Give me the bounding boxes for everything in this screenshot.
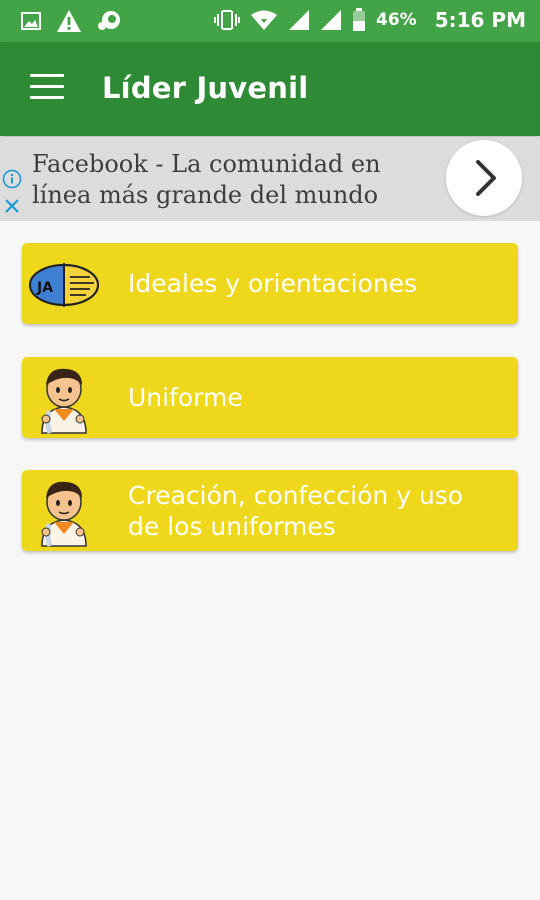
- page-title: Líder Juvenil: [102, 71, 309, 105]
- ja-logo-icon: JA: [29, 263, 99, 307]
- chevron-right-icon: [476, 160, 496, 196]
- ad-info-icon[interactable]: [2, 169, 22, 189]
- card-label: Uniforme: [128, 383, 243, 412]
- hamburger-menu-icon[interactable]: [30, 74, 64, 102]
- signal-icon: [289, 10, 310, 30]
- steam-app-icon: [98, 11, 120, 30]
- card-ideales-orientaciones[interactable]: JA Ideales y orientaciones: [22, 243, 518, 324]
- app-bar: Líder Juvenil: [0, 42, 540, 136]
- vibrate-icon: [214, 10, 241, 30]
- warning-icon: [57, 10, 81, 32]
- svg-text:JA: JA: [36, 280, 53, 296]
- ad-text[interactable]: Facebook - La comunidad en línea más gra…: [32, 149, 432, 211]
- clock: 5:16 PM: [434, 8, 526, 32]
- pathfinder-boy-icon: [41, 368, 87, 434]
- card-label: Creación, confección y uso de los unifor…: [128, 480, 464, 541]
- gallery-notification-icon: [21, 12, 41, 30]
- card-creacion-confeccion-uniformes[interactable]: Creación, confección y uso de los unifor…: [22, 470, 518, 551]
- pathfinder-boy-icon: [41, 481, 87, 547]
- ad-close-icon[interactable]: [3, 197, 21, 215]
- ad-banner[interactable]: Facebook - La comunidad en línea más gra…: [0, 137, 540, 221]
- battery-percent: 46%: [376, 10, 417, 30]
- status-bar: 46% 5:16 PM: [0, 0, 540, 42]
- wifi-icon: [251, 10, 278, 30]
- card-uniforme[interactable]: Uniforme: [22, 357, 518, 438]
- battery-icon: [353, 8, 366, 31]
- card-label: Ideales y orientaciones: [128, 269, 418, 298]
- signal-icon-2: [321, 10, 342, 30]
- ad-open-button[interactable]: [446, 140, 522, 216]
